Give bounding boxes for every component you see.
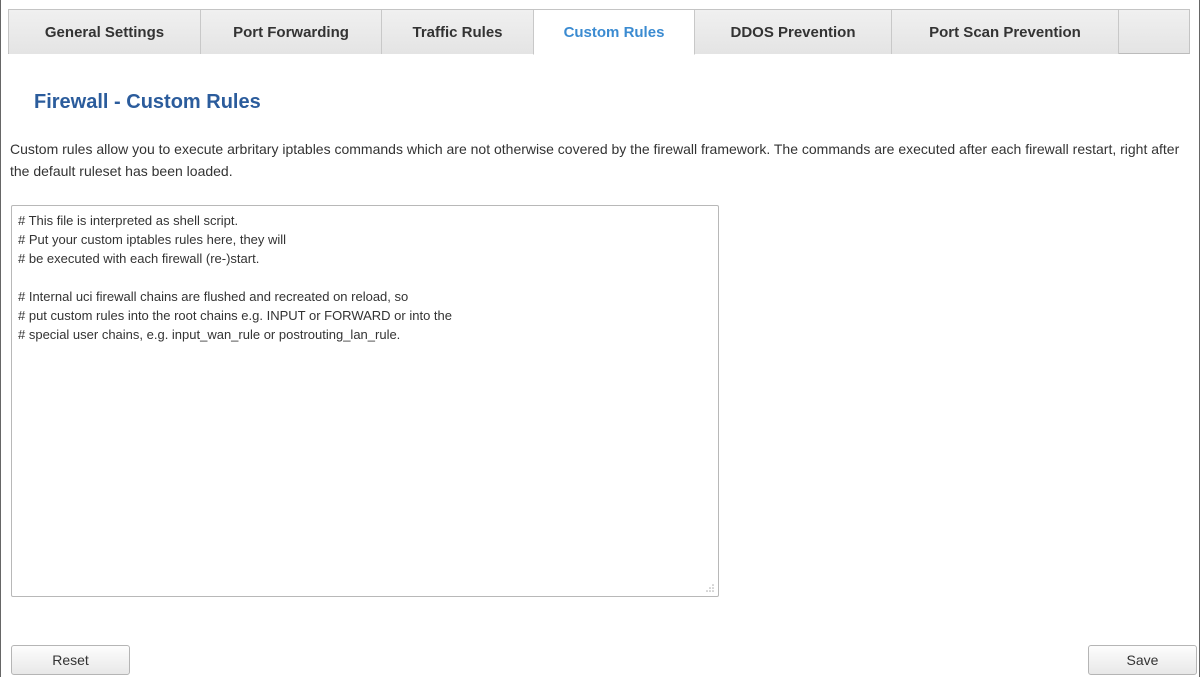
tab-port-forwarding[interactable]: Port Forwarding (201, 10, 382, 54)
resize-grip-icon[interactable] (705, 583, 714, 592)
page-title: Firewall - Custom Rules (34, 91, 261, 113)
editor-line: # special user chains, e.g. input_wan_ru… (18, 327, 401, 342)
save-button[interactable]: Save (1088, 645, 1197, 675)
editor-line: # put custom rules into the root chains … (18, 308, 452, 323)
tab-bar: General Settings Port Forwarding Traffic… (8, 9, 1190, 55)
tab-ddos-prevention[interactable]: DDOS Prevention (695, 10, 892, 54)
editor-line: # Internal uci firewall chains are flush… (18, 289, 409, 304)
page-description: Custom rules allow you to execute arbrit… (10, 141, 1180, 179)
tab-port-scan-prevention[interactable]: Port Scan Prevention (892, 10, 1119, 54)
tab-custom-rules[interactable]: Custom Rules (533, 10, 695, 55)
tab-traffic-rules[interactable]: Traffic Rules (382, 10, 534, 54)
editor-line: # Put your custom iptables rules here, t… (18, 232, 287, 247)
reset-button[interactable]: Reset (11, 645, 130, 675)
editor-line: # be executed with each firewall (re-)st… (18, 251, 260, 266)
tab-bar-filler (1119, 10, 1189, 53)
tab-general-settings[interactable]: General Settings (9, 10, 201, 54)
editor-line: # This file is interpreted as shell scri… (18, 213, 239, 228)
custom-rules-editor[interactable]: # This file is interpreted as shell scri… (11, 205, 719, 597)
